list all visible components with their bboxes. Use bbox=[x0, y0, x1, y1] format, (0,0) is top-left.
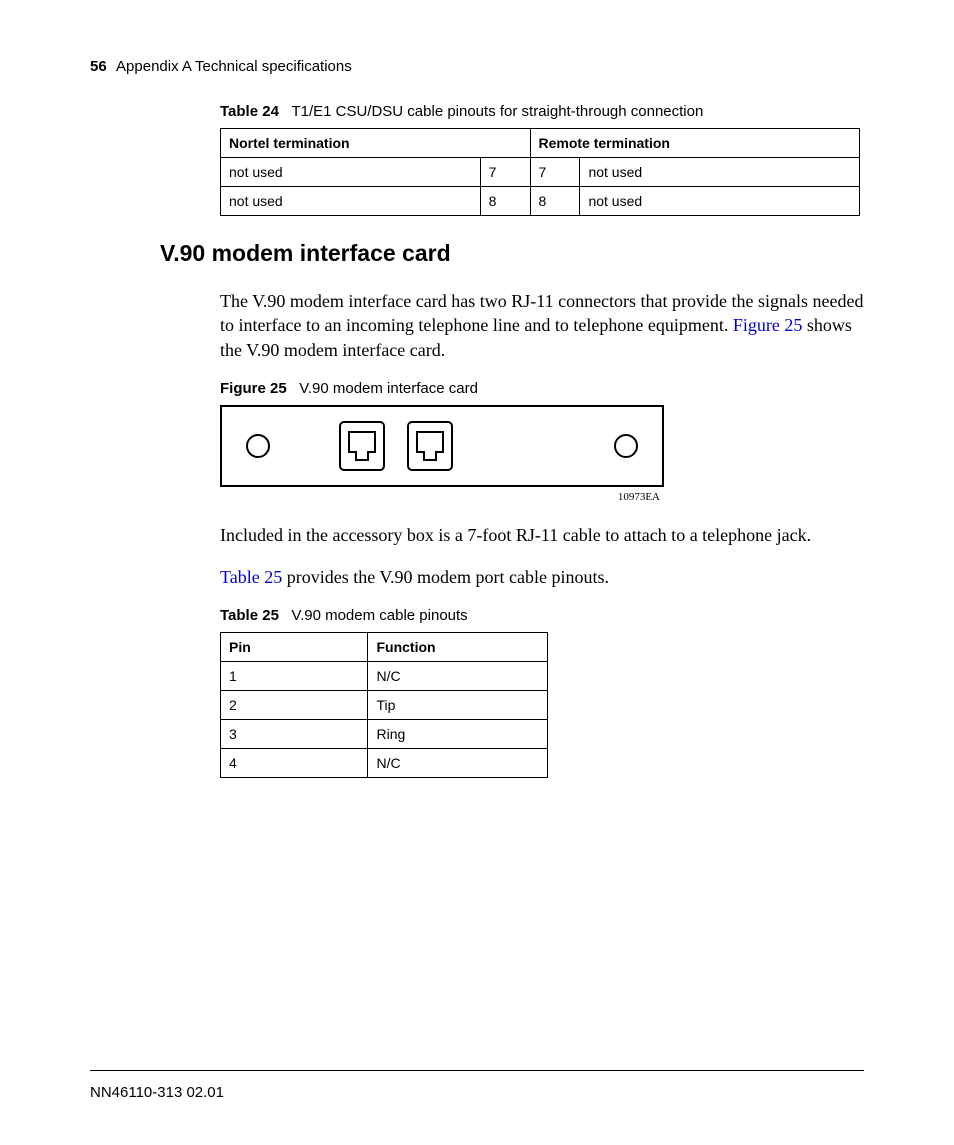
running-header: 56 Appendix A Technical specifications bbox=[90, 58, 864, 75]
cell: 1 bbox=[221, 662, 368, 691]
table-row: 1 N/C bbox=[221, 662, 548, 691]
table24-label: Table 24 bbox=[220, 103, 279, 120]
table-row: not used 8 8 not used bbox=[221, 187, 860, 216]
cell: not used bbox=[221, 158, 481, 187]
table24-head-left: Nortel termination bbox=[221, 129, 531, 158]
table24-block: Table 24 T1/E1 CSU/DSU cable pinouts for… bbox=[220, 103, 864, 216]
footer-rule bbox=[90, 1070, 864, 1071]
table-row: 4 N/C bbox=[221, 749, 548, 778]
modem-card-icon bbox=[222, 407, 662, 485]
table-row: Nortel termination Remote termination bbox=[221, 129, 860, 158]
table25: Pin Function 1 N/C 2 Tip 3 Ring 4 N/C bbox=[220, 632, 548, 778]
cell: 4 bbox=[221, 749, 368, 778]
figure25-id: 10973EA bbox=[220, 491, 660, 503]
figure25-caption-text: V.90 modem interface card bbox=[299, 380, 478, 397]
page-number: 56 bbox=[90, 58, 107, 75]
cell: 3 bbox=[221, 720, 368, 749]
page: 56 Appendix A Technical specifications T… bbox=[0, 0, 954, 1145]
text: provides the V.90 modem port cable pinou… bbox=[282, 567, 609, 587]
table24: Nortel termination Remote termination no… bbox=[220, 128, 860, 216]
paragraph: Table 25 provides the V.90 modem port ca… bbox=[220, 565, 864, 589]
cell: 7 bbox=[480, 158, 530, 187]
paragraph: The V.90 modem interface card has two RJ… bbox=[220, 289, 864, 362]
table-row: Pin Function bbox=[221, 633, 548, 662]
table24-head-right: Remote termination bbox=[530, 129, 860, 158]
figure25-link[interactable]: Figure 25 bbox=[733, 315, 803, 335]
cell: 8 bbox=[480, 187, 530, 216]
table-row: 2 Tip bbox=[221, 691, 548, 720]
figure25-image bbox=[220, 405, 664, 487]
figure25-caption: Figure 25 V.90 modem interface card bbox=[220, 380, 864, 397]
header-title: Appendix A Technical specifications bbox=[116, 58, 352, 75]
cell: not used bbox=[221, 187, 481, 216]
paragraph: Included in the accessory box is a 7-foo… bbox=[220, 523, 864, 547]
cell: not used bbox=[580, 187, 860, 216]
section-body: The V.90 modem interface card has two RJ… bbox=[220, 289, 864, 778]
table24-caption: Table 24 T1/E1 CSU/DSU cable pinouts for… bbox=[220, 103, 864, 120]
table-row: not used 7 7 not used bbox=[221, 158, 860, 187]
table-row: 3 Ring bbox=[221, 720, 548, 749]
table24-caption-text: T1/E1 CSU/DSU cable pinouts for straight… bbox=[291, 103, 703, 120]
table25-caption: Table 25 V.90 modem cable pinouts bbox=[220, 607, 864, 624]
cell: Tip bbox=[368, 691, 548, 720]
table25-label: Table 25 bbox=[220, 607, 279, 624]
table25-head-func: Function bbox=[368, 633, 548, 662]
cell: Ring bbox=[368, 720, 548, 749]
cell: 7 bbox=[530, 158, 580, 187]
cell: not used bbox=[580, 158, 860, 187]
table25-caption-text: V.90 modem cable pinouts bbox=[291, 607, 467, 624]
cell: N/C bbox=[368, 662, 548, 691]
cell: N/C bbox=[368, 749, 548, 778]
cell: 8 bbox=[530, 187, 580, 216]
section-heading: V.90 modem interface card bbox=[160, 240, 864, 267]
cell: 2 bbox=[221, 691, 368, 720]
table25-head-pin: Pin bbox=[221, 633, 368, 662]
figure25-label: Figure 25 bbox=[220, 380, 287, 397]
table25-link[interactable]: Table 25 bbox=[220, 567, 282, 587]
footer-text: NN46110-313 02.01 bbox=[90, 1084, 224, 1101]
